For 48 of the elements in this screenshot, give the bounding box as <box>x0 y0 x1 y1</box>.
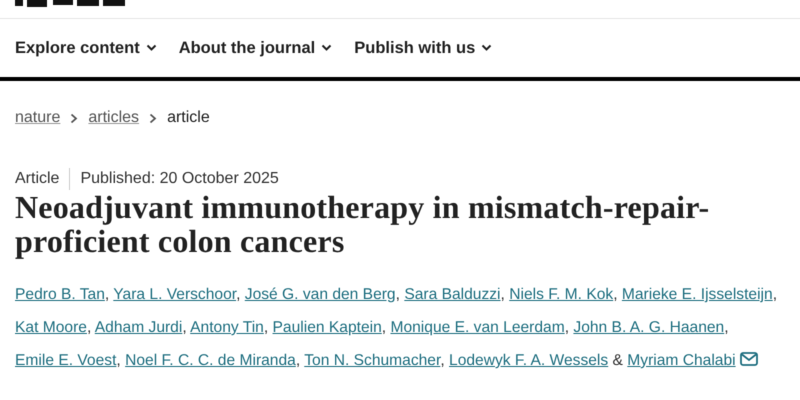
ampersand: & <box>612 352 623 369</box>
author-link[interactable]: Monique E. van Leerdam <box>390 319 565 336</box>
breadcrumb-link[interactable]: nature <box>15 109 60 127</box>
nav-menu-button[interactable]: About the journal <box>178 38 332 58</box>
author-link[interactable]: Myriam Chalabi <box>627 352 736 369</box>
comma-separator: , <box>564 319 570 336</box>
author-link[interactable]: Marieke E. Ijsselsteijn <box>622 286 773 303</box>
breadcrumb-link[interactable]: articles <box>88 109 140 127</box>
comma-separator: , <box>772 286 778 303</box>
comma-separator: , <box>396 286 400 303</box>
author-link[interactable]: Paulien Kaptein <box>272 319 382 336</box>
author-link[interactable]: Adham Jurdi <box>94 319 182 336</box>
comma-separator: , <box>613 286 618 303</box>
author-link[interactable]: Ton N. Schumacher <box>304 352 440 369</box>
nav-menu-button[interactable]: Publish with us <box>354 38 492 58</box>
author-link[interactable]: José G. van den Berg <box>244 286 396 303</box>
mail-icon[interactable] <box>740 352 758 366</box>
author-link[interactable]: John B. A. G. Haanen <box>573 319 724 336</box>
nav-menu-button[interactable]: Explore content <box>15 38 157 58</box>
author-link[interactable]: Noel F. C. C. de Miranda <box>125 352 296 369</box>
caret-icon <box>481 44 492 52</box>
breadcrumb-current: article <box>167 109 210 127</box>
comma-separator: , <box>104 286 110 303</box>
caret-icon <box>146 44 157 52</box>
comma-separator: , <box>724 319 729 336</box>
comma-separator: , <box>86 319 92 336</box>
chevron-right-icon <box>149 112 158 124</box>
comma-separator: , <box>236 286 240 303</box>
comma-separator: , <box>440 352 445 369</box>
article-type: Article <box>15 170 60 188</box>
author-link[interactable]: Lodewyk F. A. Wessels <box>449 352 608 369</box>
chevron-right-icon <box>70 112 78 124</box>
caret-icon <box>321 44 332 52</box>
author-link[interactable]: Niels F. M. Kok <box>509 286 614 303</box>
author-link[interactable]: Sara Balduzzi <box>404 286 501 303</box>
article-title: Neoadjuvant immunotherapy in mismatch-repair-proficient colon cancers <box>14 190 710 258</box>
author-link[interactable]: Yara L. Verschoor <box>113 286 236 303</box>
comma-separator: , <box>382 319 386 336</box>
author-link[interactable]: Antony Tin <box>190 319 264 336</box>
comma-separator: , <box>182 319 187 336</box>
publish-date: Published: 20 October 2025 <box>80 170 279 188</box>
author-link[interactable]: Kat Moore <box>15 319 87 336</box>
comma-separator: , <box>296 352 300 369</box>
author-link[interactable]: Pedro B. Tan <box>15 286 105 303</box>
comma-separator: , <box>264 319 268 336</box>
author-link[interactable]: Emile E. Voest <box>15 352 116 369</box>
comma-separator: , <box>500 286 505 303</box>
comma-separator: , <box>116 352 121 369</box>
